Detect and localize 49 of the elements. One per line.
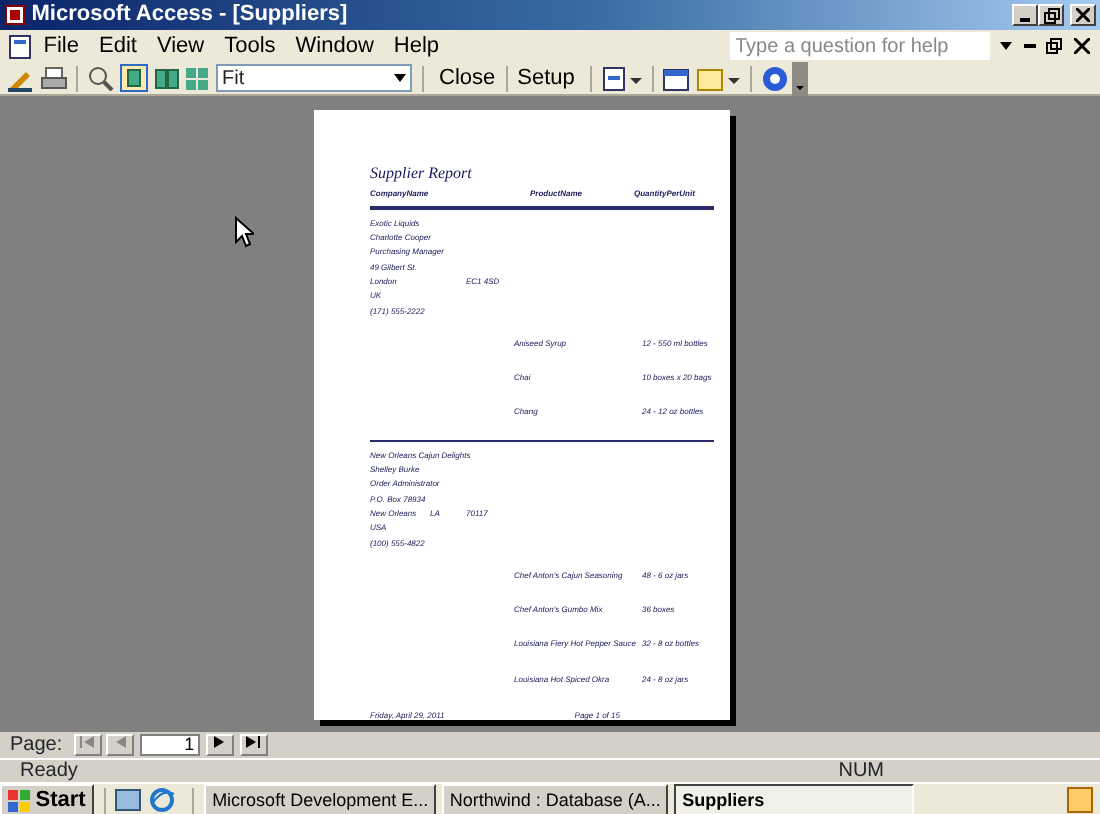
menu-item[interactable]: Edit [88, 32, 147, 60]
printer-icon[interactable] [39, 65, 67, 91]
num-lock-indicator: NUM [838, 758, 884, 786]
toolbar-button[interactable]: Setup [511, 64, 581, 92]
two-pages-icon[interactable] [153, 65, 179, 91]
first-page-button[interactable] [73, 734, 102, 756]
menu-item[interactable]: Window [285, 32, 384, 60]
taskbar-button[interactable]: Northwind : Database (A... [441, 784, 669, 814]
first-page-icon [80, 736, 95, 749]
one-page-icon[interactable] [119, 64, 148, 92]
next-page-icon [214, 736, 225, 749]
minimize-button[interactable] [1012, 4, 1039, 26]
next-page-button[interactable] [205, 734, 234, 756]
last-page-button[interactable] [239, 734, 268, 756]
database-window-icon[interactable] [662, 65, 691, 91]
app-icon [4, 4, 26, 26]
start-button[interactable]: Start [0, 784, 94, 814]
tray-icon[interactable] [1066, 786, 1095, 814]
help-icon[interactable] [761, 65, 788, 91]
window-title: Microsoft Access - [Suppliers] [31, 0, 348, 31]
dropdown-arrow-icon [394, 74, 406, 82]
taskbar-button[interactable]: Microsoft Development E... [204, 784, 437, 814]
menu-item[interactable]: File [33, 32, 89, 60]
previous-page-button[interactable] [106, 734, 135, 756]
restore-button[interactable] [1038, 4, 1065, 26]
magnifier-icon[interactable] [88, 65, 114, 91]
mouse-cursor-icon [234, 216, 254, 248]
report-title: Supplier Report [370, 162, 474, 186]
page-label: Page: [10, 732, 63, 760]
dropdown-arrow-icon[interactable] [1000, 42, 1012, 50]
taskbar-button[interactable]: Suppliers [674, 784, 915, 814]
page-number-field[interactable]: 1 [140, 734, 201, 756]
toolbar-options-icon[interactable] [792, 61, 809, 95]
menu-item[interactable]: Help [383, 32, 450, 60]
close-icon[interactable] [1073, 38, 1089, 54]
status-text: Ready [20, 758, 78, 786]
close-icon [1076, 8, 1090, 23]
previous-page-icon [115, 736, 126, 749]
zoom-dropdown[interactable]: Fit [216, 64, 412, 92]
windows-logo-icon [8, 789, 30, 811]
document-icon[interactable] [5, 33, 34, 59]
menu-item[interactable]: View [146, 32, 215, 60]
minimize-icon[interactable] [1023, 44, 1035, 48]
menu-item[interactable]: Tools [214, 32, 286, 60]
help-search-field[interactable]: Type a question for help [729, 32, 989, 60]
toolbar-button[interactable]: Close [433, 64, 502, 92]
desktop-icon[interactable] [114, 786, 143, 814]
last-page-icon [246, 736, 261, 749]
close-button[interactable] [1070, 4, 1096, 26]
